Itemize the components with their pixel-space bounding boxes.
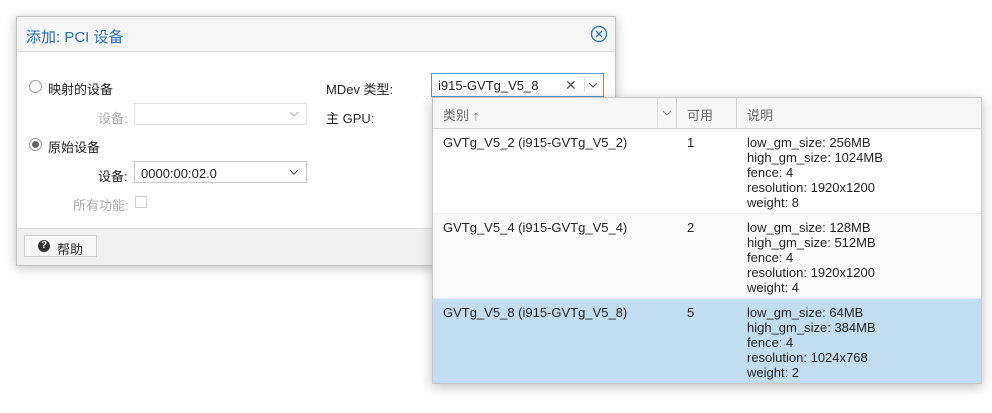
table-row-selected[interactable]: GVTg_V5_8 (i915-GVTg_V5_8) 5 low_gm_size… (433, 299, 981, 383)
description-line: weight: 4 (747, 280, 800, 295)
row-category: GVTg_V5_4 (i915-GVTg_V5_4) (443, 220, 628, 235)
picker-header: 类别 ↑ 可用 说明 (433, 98, 981, 129)
all-functions-label: 所有功能: (73, 198, 129, 213)
chevron-down-icon (289, 169, 299, 175)
description-line: low_gm_size: 256MB (747, 135, 871, 150)
description-line: resolution: 1920x1200 (747, 265, 875, 280)
description-line: low_gm_size: 128MB (747, 220, 871, 235)
mdev-type-picker: 类别 ↑ 可用 说明 GVTg_V5_2 (i915-GVTg_V5_2) 1 … (432, 97, 982, 384)
description-line: low_gm_size: 64MB (747, 305, 864, 320)
description-line: weight: 8 (747, 195, 800, 210)
primary-gpu-label: 主 GPU: (326, 111, 375, 126)
mdev-type-select[interactable]: i915-GVTg_V5_8 ✕ (431, 73, 604, 97)
column-header-category[interactable]: 类别 ↑ (433, 98, 677, 128)
clear-icon[interactable]: ✕ (565, 77, 577, 94)
row-category: GVTg_V5_8 (i915-GVTg_V5_8) (443, 305, 628, 320)
row-available: 2 (687, 220, 695, 235)
dialog-title: 添加: PCI 设备 (26, 29, 124, 46)
row-category: GVTg_V5_2 (i915-GVTg_V5_2) (443, 135, 628, 150)
raw-device-radio[interactable] (29, 138, 42, 151)
column-header-available-label: 可用 (687, 108, 714, 123)
mapped-device-select (134, 103, 307, 125)
raw-device-value: 0000:00:02.0 (141, 166, 217, 181)
row-description: low_gm_size: 128MB high_gm_size: 512MB f… (747, 220, 876, 295)
description-line: fence: 4 (747, 165, 794, 180)
description-line: weight: 2 (747, 365, 800, 380)
row-available: 5 (687, 305, 695, 320)
help-button[interactable]: ? 帮助 (24, 235, 97, 257)
raw-device-field-label: 设备: (98, 169, 128, 184)
description-line: fence: 4 (747, 250, 794, 265)
table-row[interactable]: GVTg_V5_2 (i915-GVTg_V5_2) 1 low_gm_size… (433, 129, 981, 214)
description-line: resolution: 1024x768 (747, 350, 868, 365)
column-header-description[interactable]: 说明 (737, 98, 981, 128)
help-button-label: 帮助 (57, 242, 84, 257)
chevron-down-icon (289, 111, 299, 117)
help-icon: ? (38, 240, 50, 252)
close-icon[interactable] (590, 25, 608, 43)
description-line: resolution: 1920x1200 (747, 180, 875, 195)
mdev-type-label: MDev 类型: (326, 82, 394, 97)
raw-device-label: 原始设备 (48, 140, 101, 155)
all-functions-checkbox (135, 196, 147, 208)
raw-device-select[interactable]: 0000:00:02.0 (134, 161, 307, 183)
column-header-available[interactable]: 可用 (677, 98, 737, 128)
table-row[interactable]: GVTg_V5_4 (i915-GVTg_V5_4) 2 low_gm_size… (433, 214, 981, 299)
mdev-type-value: i915-GVTg_V5_8 (438, 78, 539, 93)
column-menu-trigger[interactable] (657, 98, 676, 128)
mapped-device-field-label: 设备: (98, 111, 128, 126)
row-available: 1 (687, 135, 695, 150)
description-line: high_gm_size: 1024MB (747, 150, 883, 165)
row-description: low_gm_size: 256MB high_gm_size: 1024MB … (747, 135, 883, 210)
description-line: high_gm_size: 512MB (747, 235, 876, 250)
mapped-device-label: 映射的设备 (48, 82, 114, 97)
chevron-down-icon[interactable] (587, 79, 599, 91)
row-description: low_gm_size: 64MB high_gm_size: 384MB fe… (747, 305, 876, 380)
dialog-header: 添加: PCI 设备 (17, 17, 615, 52)
chevron-down-icon (662, 110, 672, 116)
column-header-description-label: 说明 (747, 108, 774, 123)
description-line: fence: 4 (747, 335, 794, 350)
combo-separator (584, 78, 585, 92)
mapped-device-radio[interactable] (29, 80, 42, 93)
column-header-category-label: 类别 ↑ (443, 108, 480, 123)
description-line: high_gm_size: 384MB (747, 320, 876, 335)
